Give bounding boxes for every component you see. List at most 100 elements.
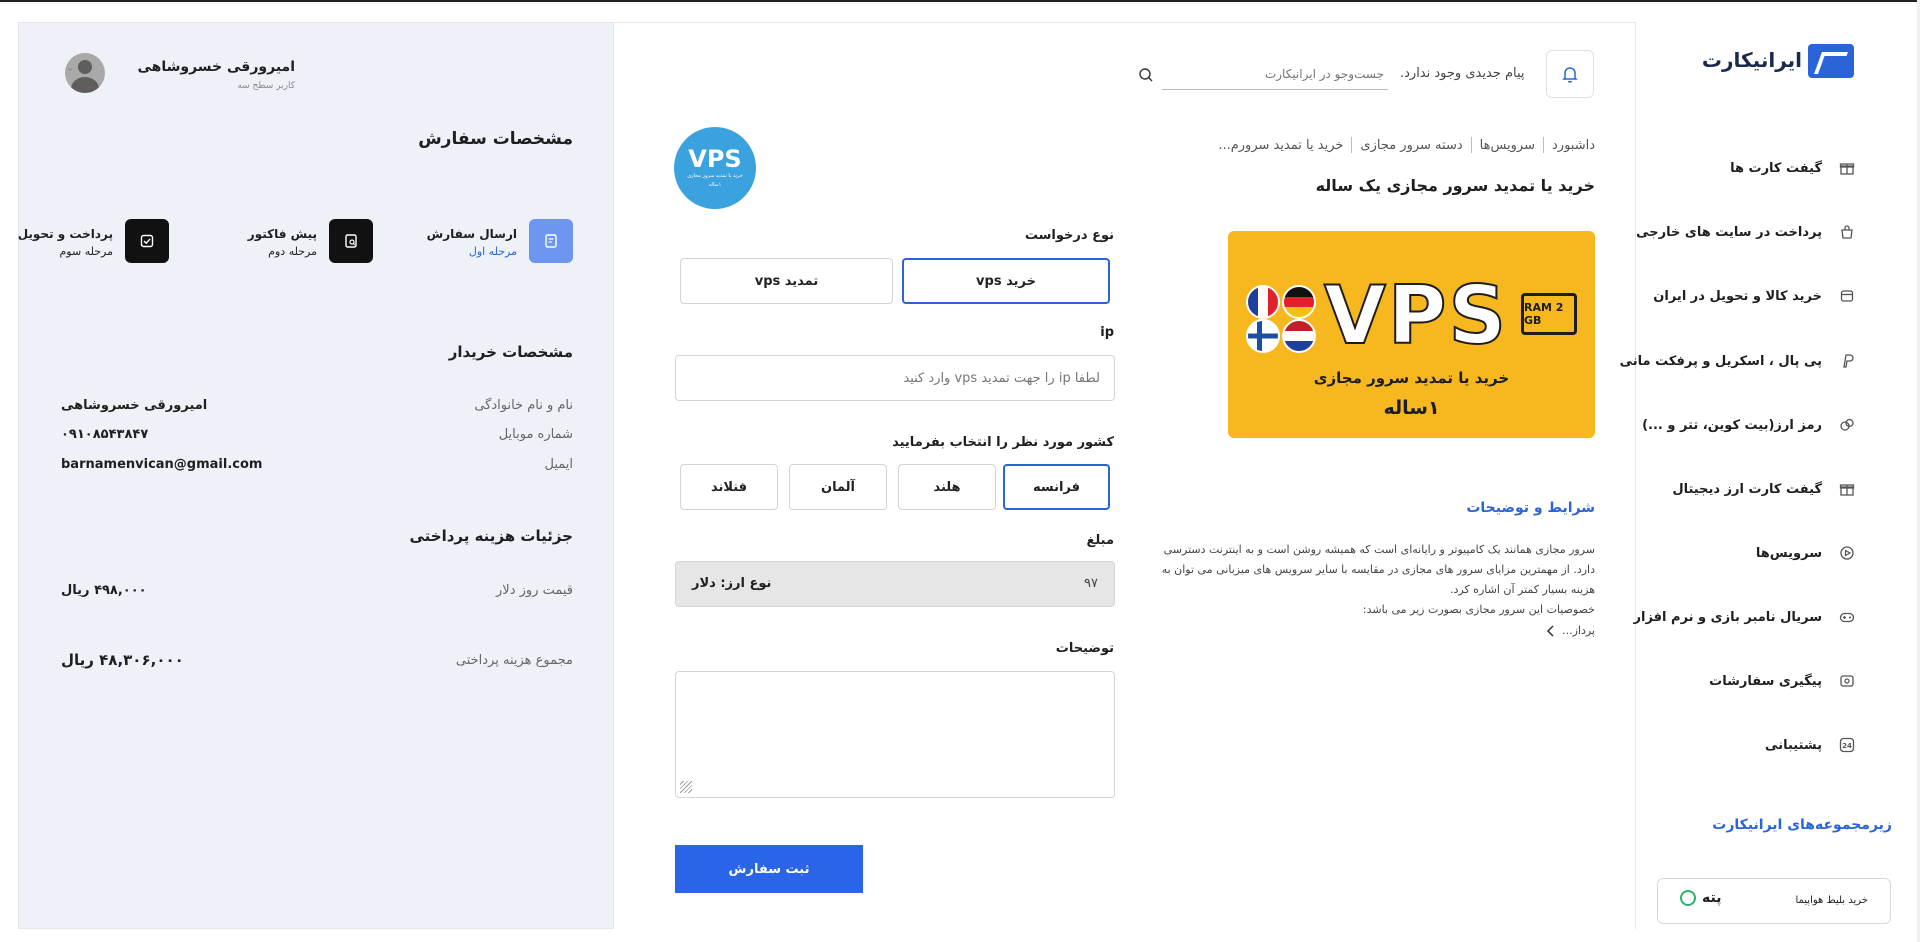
- country-germany-button[interactable]: آلمان: [789, 464, 887, 510]
- banner-line-1: خرید یا تمدید سرور مجازی: [1313, 369, 1510, 387]
- breadcrumb-vps-category[interactable]: دسته سرور مجازی: [1360, 138, 1462, 153]
- window-top-border: [0, 0, 1920, 2]
- subsidiary-brand: پته: [1680, 890, 1721, 906]
- sidebar-item-support[interactable]: 24 پشتیبانی: [1765, 733, 1856, 757]
- user-name: امیرورقی خسروشاهی: [137, 59, 296, 75]
- breadcrumb-current: خرید یا تمدید سرورم...: [1218, 137, 1344, 153]
- sidebar-item-crypto-gift[interactable]: گیفت کارت ارز دیجیتال: [1672, 477, 1856, 501]
- sidebar-item-label: خرید کالا و تحویل در ایران: [1653, 288, 1822, 304]
- resize-handle-icon[interactable]: [680, 781, 692, 793]
- description-textarea[interactable]: [676, 672, 1114, 797]
- terms-more[interactable]: پرداز...: [1546, 624, 1595, 637]
- sidebar-item-serials[interactable]: سریال نامبر بازی و نرم افزار: [1634, 605, 1856, 629]
- description-field[interactable]: [675, 671, 1115, 798]
- amount-value: ۹۷: [1084, 576, 1098, 591]
- sidebar-item-order-tracking[interactable]: پیگیری سفارشات: [1709, 669, 1856, 693]
- paypal-icon: [1838, 352, 1856, 370]
- breadcrumb-services[interactable]: سرویس‌ها: [1480, 138, 1535, 153]
- subsidiary-card[interactable]: خرید بلیط هواپیما پته: [1657, 878, 1891, 924]
- sidebar-item-foreign-payment[interactable]: پرداخت در سایت های خارجی: [1636, 220, 1856, 244]
- country-finland-button[interactable]: فنلاند: [680, 464, 778, 510]
- germany-flag-icon: [1282, 285, 1316, 319]
- sidebar-item-crypto[interactable]: رمز ارز(بیت کوین، تتر و ...): [1642, 413, 1856, 437]
- breadcrumb-dashboard[interactable]: داشبورد: [1552, 138, 1595, 153]
- chevron-left-icon[interactable]: [1546, 624, 1556, 637]
- search-icon[interactable]: [1138, 67, 1154, 83]
- finland-flag-icon: [1246, 319, 1280, 353]
- sidebar-item-label: گیفت کارت ها: [1730, 160, 1822, 176]
- buyer-mobile-label: شماره موبایل: [498, 427, 573, 442]
- search-box[interactable]: [1139, 60, 1388, 90]
- vps-logo-title: VPS: [688, 145, 742, 173]
- gift-icon: [1838, 480, 1856, 498]
- dollar-price-label: قیمت روز دلار: [496, 583, 573, 598]
- crypto-icon: [1838, 416, 1856, 434]
- currency-type: نوع ارز: دلار: [692, 576, 772, 591]
- search-input[interactable]: [1204, 60, 1384, 88]
- sidebar-item-label: پرداخت در سایت های خارجی: [1636, 224, 1822, 240]
- ip-label: ip: [1100, 325, 1114, 340]
- step-1: ارسال سفارش مرحله اول: [373, 219, 573, 265]
- page-title: خرید یا تمدید سرور مجازی یک ساله: [1315, 176, 1595, 195]
- step-2: پیش فاکتور مرحله دوم: [233, 219, 373, 265]
- step-subtitle: مرحله اول: [468, 245, 517, 258]
- terms-body: سرور مجازی همانند یک کامپیوتر و رایانه‌ا…: [1145, 540, 1595, 620]
- buyer-title: مشخصات خریدار: [448, 343, 573, 361]
- brand-check-icon: [1680, 890, 1696, 906]
- renew-vps-button[interactable]: تمدید vps: [680, 258, 893, 304]
- svg-text:24: 24: [1842, 742, 1852, 750]
- step-title: پرداخت و تحویل: [17, 227, 113, 241]
- sidebar-item-label: پیگیری سفارشات: [1709, 673, 1822, 689]
- user-menu[interactable]: ⌄ امیرورقی خسروشاهی کاربر سطح سه: [65, 53, 595, 103]
- gamepad-icon: [1838, 608, 1856, 626]
- sidebar-item-services[interactable]: سرویس‌ها: [1756, 541, 1856, 565]
- description-label: توضیحات: [1055, 641, 1114, 656]
- sidebar-item-buy-goods[interactable]: خرید کالا و تحویل در ایران: [1653, 284, 1856, 308]
- sidebar-item-label: پی پال ، اسکریل و پرفکت مانی: [1619, 353, 1822, 369]
- banner-vps-text: VPS: [1323, 268, 1509, 363]
- sidebar-item-paypal[interactable]: پی پال ، اسکریل و پرفکت مانی: [1620, 349, 1856, 373]
- box-icon: [1838, 287, 1856, 305]
- vps-product-logo: VPS خرید یا تمدید سرور مجازی ۱ساله: [674, 127, 756, 209]
- chevron-down-icon[interactable]: ⌄: [66, 61, 75, 74]
- order-title: مشخصات سفارش: [418, 129, 573, 149]
- country-france-button[interactable]: فرانسه: [1003, 464, 1110, 510]
- order-summary-panel: ⌄ امیرورقی خسروشاهی کاربر سطح سه مشخصات …: [18, 22, 614, 929]
- terms-title[interactable]: شرایط و توضیحات: [1466, 500, 1595, 516]
- sidebar-item-gift-cards[interactable]: گیفت کارت ها: [1730, 156, 1856, 180]
- breadcrumb: داشبورد سرویس‌ها دسته سرور مجازی خرید یا…: [1218, 137, 1595, 153]
- buyer-name-value: امیرورقی خسروشاهی: [61, 398, 208, 413]
- invoice-icon: [329, 219, 373, 263]
- logo-mark-icon: [1808, 44, 1854, 78]
- bell-icon: [1562, 67, 1578, 83]
- ip-input[interactable]: [676, 356, 1114, 400]
- bag-icon: [1838, 223, 1856, 241]
- country-flags: [1246, 285, 1320, 353]
- amount-label: مبلغ: [1086, 533, 1114, 548]
- sidebar-item-label: رمز ارز(بیت کوین، تتر و ...): [1642, 417, 1822, 433]
- total-value: ۴۸,۳۰۶,۰۰۰ ریال: [61, 651, 184, 669]
- ip-field[interactable]: [675, 355, 1115, 401]
- buy-vps-button[interactable]: خرید vps: [902, 258, 1110, 304]
- buyer-email-label: ایمیل: [544, 457, 573, 472]
- buyer-email-value: barnamenvican@gmail.com: [61, 457, 263, 472]
- sidebar-item-label: سریال نامبر بازی و نرم افزار: [1633, 609, 1822, 625]
- country-netherlands-button[interactable]: هلند: [898, 464, 996, 510]
- step-title: ارسال سفارش: [426, 227, 517, 241]
- request-type-label: نوع درخواست: [1024, 228, 1114, 243]
- play-icon: [1838, 544, 1856, 562]
- buyer-name-label: نام و نام خانوادگی: [474, 398, 573, 413]
- iranicard-logo[interactable]: ایرانیکارت: [1702, 44, 1854, 80]
- support-24-icon: 24: [1838, 736, 1856, 754]
- submit-order-button[interactable]: ثبت سفارش: [675, 845, 863, 893]
- banner-line-2: ۱ساله: [1383, 397, 1440, 419]
- user-level: کاربر سطح سه: [237, 81, 295, 91]
- vps-logo-subtitle: خرید یا تمدید سرور مجازی: [687, 173, 743, 179]
- subsidiary-card-text: خرید بلیط هواپیما: [1795, 895, 1868, 906]
- notification-button[interactable]: [1546, 50, 1594, 98]
- subsidiary-brand-name: پته: [1702, 890, 1722, 906]
- step-3: پرداخت و تحویل مرحله سوم: [18, 219, 169, 265]
- amount-field: ۹۷ نوع ارز: دلار: [675, 561, 1115, 607]
- subsidiaries-title: زیرمجموعه‌های ایرانیکارت: [1712, 817, 1892, 833]
- buyer-mobile-value: ۰۹۱۰۸۵۴۳۸۴۷: [61, 427, 149, 442]
